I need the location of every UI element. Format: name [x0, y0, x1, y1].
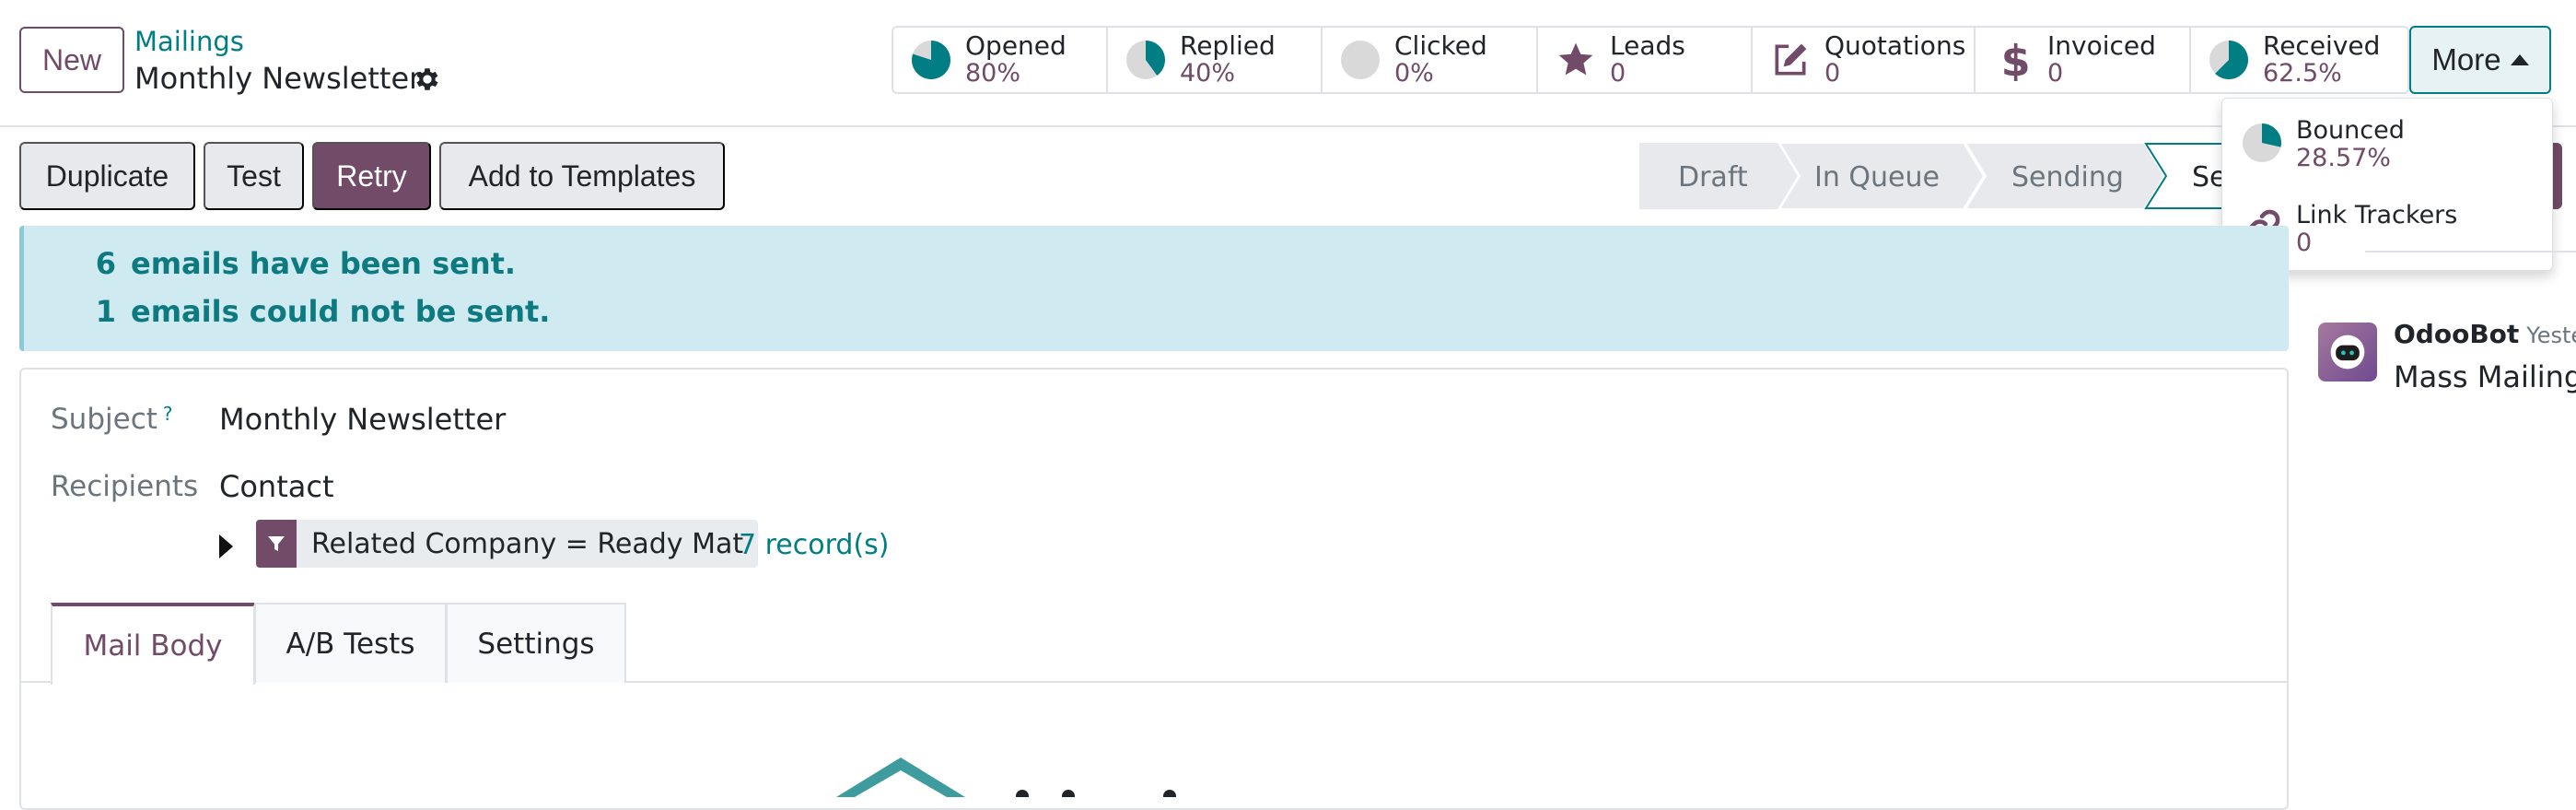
sent-status-alert: 6 emails have been sent. 1 emails could no…	[19, 226, 2289, 351]
mail-body-logo-preview	[836, 757, 1176, 797]
header-divider	[0, 125, 2576, 127]
stat-label: Invoiced	[2047, 30, 2156, 61]
stat-replied[interactable]: Replied 40%	[1108, 28, 1323, 92]
dropdown-item-value: 28.57%	[2296, 144, 2391, 172]
smart-buttons-bar: Opened 80% Replied 40% Clicked 0% Leads 0 Qu…	[892, 26, 2409, 94]
logo-letter-fragment	[1016, 790, 1029, 797]
dropdown-item-value: 0	[2296, 229, 2313, 257]
stat-invoiced[interactable]: $ Invoiced 0	[1976, 28, 2191, 92]
pie-chart-icon	[2208, 39, 2250, 81]
duplicate-button[interactable]: Duplicate	[19, 142, 195, 210]
stat-value: 80%	[965, 59, 1021, 88]
alert-sent-count: 6	[95, 246, 116, 281]
stat-value: 62.5%	[2263, 59, 2342, 88]
pie-chart-icon	[910, 39, 952, 81]
stat-label: Replied	[1180, 30, 1276, 61]
filter-icon	[256, 520, 297, 568]
stat-value: 0%	[1394, 59, 1434, 88]
star-icon	[1555, 39, 1597, 81]
stat-label: Leads	[1610, 30, 1685, 61]
stat-received[interactable]: Received 62.5%	[2191, 28, 2407, 92]
subject-value[interactable]: Monthly Newsletter	[219, 402, 506, 437]
chatter-divider	[2365, 251, 2576, 252]
recipients-label: Recipients	[51, 470, 199, 503]
avatar[interactable]	[2318, 323, 2377, 382]
records-link[interactable]: 7 record(s)	[739, 529, 890, 561]
stat-label: Clicked	[1394, 30, 1487, 61]
pencil-square-icon	[1769, 39, 1812, 81]
status-stage-in-queue[interactable]: In Queue	[1778, 143, 1986, 209]
domain-filter-text: Related Company = Ready Mat	[311, 527, 744, 560]
message-timestamp: Yesterd	[2526, 323, 2576, 348]
new-button[interactable]: New	[19, 27, 124, 93]
dropdown-item-label: Link Trackers	[2296, 201, 2458, 229]
pie-chart-icon	[1125, 39, 1167, 81]
stat-label: Received	[2263, 30, 2381, 61]
status-label: In Queue	[1814, 161, 1940, 194]
pie-background	[1341, 41, 1380, 79]
tab-ab-tests[interactable]: A/B Tests	[254, 603, 447, 683]
message-author: OdooBotYesterd	[2394, 319, 2576, 349]
stat-clicked[interactable]: Clicked 0%	[1323, 28, 1538, 92]
tab-mail-body[interactable]: Mail Body	[51, 603, 255, 685]
stat-label: Opened	[965, 30, 1067, 61]
stat-value: 0	[1610, 59, 1626, 88]
retry-button[interactable]: Retry	[312, 142, 431, 210]
stat-quotations[interactable]: Quotations 0	[1753, 28, 1976, 92]
alert-sent-line: 6 emails have been sent.	[79, 246, 516, 281]
test-button[interactable]: Test	[204, 142, 304, 210]
stat-opened[interactable]: Opened 80%	[893, 28, 1108, 92]
breadcrumb-mailings[interactable]: Mailings	[134, 26, 244, 57]
logo-letter-fragment	[1062, 790, 1075, 797]
stat-leads[interactable]: Leads 0	[1538, 28, 1753, 92]
status-stage-draft[interactable]: Draft	[1639, 143, 1798, 209]
svg-text:$: $	[2001, 39, 2031, 81]
status-bar: Draft In Queue Sending Se	[1639, 143, 2229, 209]
help-tooltip-icon[interactable]: ?	[163, 403, 173, 425]
dropdown-item-label: Bounced	[2296, 116, 2405, 145]
caret-up-icon	[2510, 54, 2529, 65]
pie-chart-icon	[2241, 122, 2283, 168]
alert-sent-text: emails have been sent.	[131, 246, 517, 281]
domain-filter-tag[interactable]: Related Company = Ready Mat	[256, 520, 759, 568]
status-label: Sending	[2011, 161, 2124, 194]
message-body: Mass Mailing	[2394, 359, 2576, 394]
tab-settings[interactable]: Settings	[446, 603, 626, 683]
recipients-value[interactable]: Contact	[219, 469, 334, 504]
breadcrumb-current: Monthly Newsletter	[134, 61, 422, 96]
add-to-templates-button[interactable]: Add to Templates	[439, 142, 725, 210]
caret-right-icon[interactable]	[219, 534, 233, 558]
alert-failed-text: emails could not be sent.	[131, 294, 551, 329]
stat-label: Quotations	[1824, 30, 1966, 61]
status-label: Draft	[1678, 161, 1748, 194]
subject-label: Subject?	[51, 403, 173, 436]
logo-letter-fragment	[1163, 790, 1176, 797]
status-stage-sending[interactable]: Sending	[1964, 143, 2166, 209]
pie-chart-icon	[1339, 39, 1381, 81]
more-label: More	[2431, 42, 2501, 76]
stat-value: 0	[2047, 59, 2064, 88]
bot-face-icon	[2330, 335, 2365, 370]
dropdown-item-bounced[interactable]: Bounced 28.57%	[2241, 117, 2405, 172]
gear-icon[interactable]	[413, 65, 442, 94]
more-button[interactable]: More	[2409, 26, 2551, 94]
logo-roof-shape	[836, 757, 965, 797]
stat-value: 40%	[1180, 59, 1236, 88]
alert-failed-line: 1 emails could not be sent.	[79, 294, 551, 329]
dollar-icon: $	[1992, 39, 2034, 81]
stat-value: 0	[1824, 59, 1841, 88]
alert-failed-count: 1	[95, 294, 116, 329]
